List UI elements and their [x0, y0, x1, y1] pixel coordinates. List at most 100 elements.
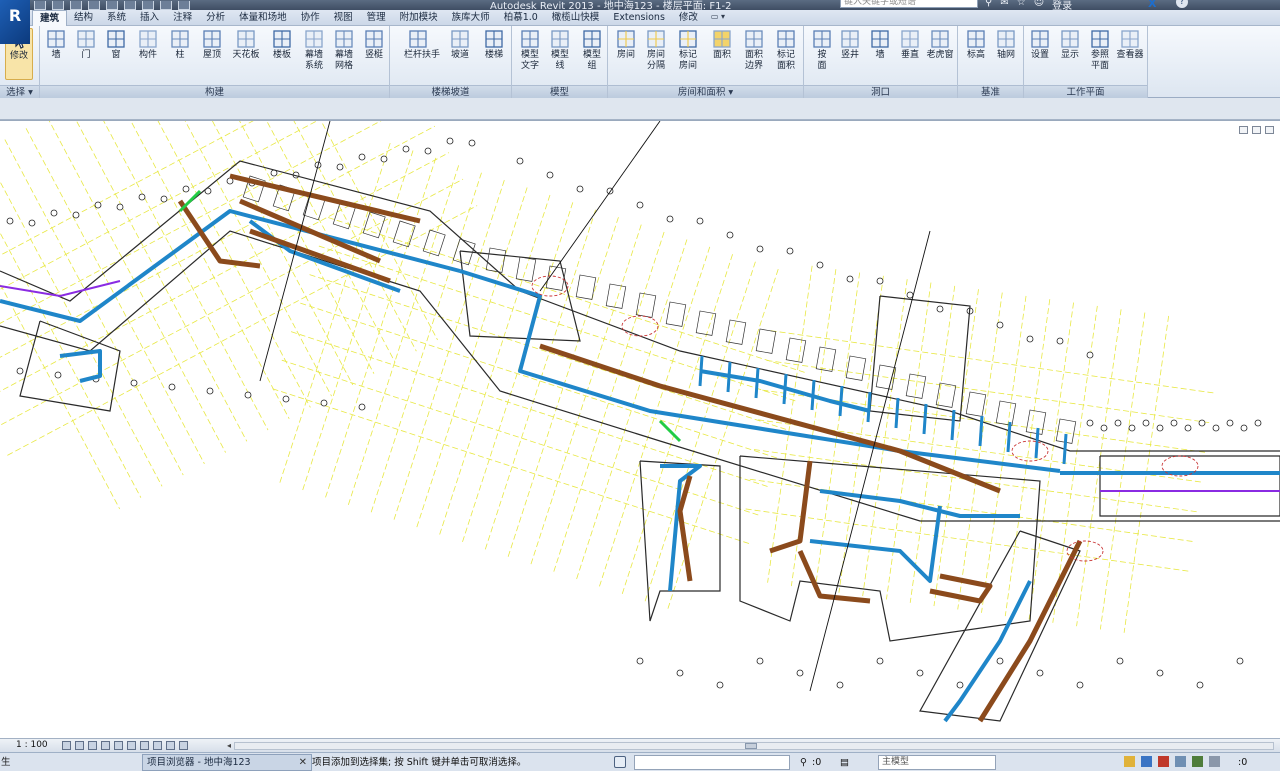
- tool-opening-3[interactable]: 垂直: [896, 28, 924, 61]
- tool-workplane-2[interactable]: 参照 平面: [1086, 28, 1114, 72]
- scroll-left-icon[interactable]: ◂: [227, 741, 231, 750]
- project-browser-tab[interactable]: 项目浏览器 - 地中海123 ✕: [142, 754, 312, 771]
- tool-model-1[interactable]: 模型线: [546, 28, 574, 72]
- reveal-hidden-icon[interactable]: [153, 741, 162, 750]
- tool-model-0[interactable]: 模型 文字: [516, 28, 544, 72]
- tab-0[interactable]: 建筑: [32, 10, 68, 27]
- tab-2[interactable]: 系统: [100, 10, 133, 26]
- tool-model-2[interactable]: 模型组: [578, 28, 606, 72]
- temporary-hide-icon[interactable]: [140, 741, 149, 750]
- tab-14[interactable]: Extensions: [606, 10, 672, 26]
- select-links-icon[interactable]: [1124, 756, 1135, 767]
- panel-room-area-title[interactable]: 房间和面积 ▾: [608, 85, 803, 98]
- favorites-icon[interactable]: ☆: [1017, 0, 1026, 10]
- highlight-displacement-icon[interactable]: [179, 741, 188, 750]
- detail-level-icon[interactable]: [62, 741, 71, 750]
- tab-13[interactable]: 橄榄山快模: [545, 10, 607, 26]
- tool-stairs-1[interactable]: 坡道: [446, 28, 474, 61]
- tool-build-8[interactable]: 幕墙 系统: [300, 28, 328, 72]
- tab-6[interactable]: 体量和场地: [232, 10, 294, 26]
- save-icon[interactable]: [52, 0, 64, 10]
- shadows-icon[interactable]: [101, 741, 110, 750]
- tool-stairs-2[interactable]: 楼梯: [480, 28, 508, 61]
- open-icon[interactable]: [34, 0, 46, 10]
- select-pinned-icon[interactable]: [1158, 756, 1169, 767]
- undo-icon[interactable]: [70, 0, 82, 10]
- tab-10[interactable]: 附加模块: [393, 10, 445, 26]
- tool-opening-0[interactable]: 按面: [808, 28, 836, 72]
- workset-combo[interactable]: [634, 755, 790, 770]
- tool-stairs-0[interactable]: 栏杆扶手: [404, 28, 440, 61]
- tab-11[interactable]: 族库大师: [445, 10, 497, 26]
- show-crop-icon[interactable]: [127, 741, 136, 750]
- visual-style-icon[interactable]: [75, 741, 84, 750]
- view-scale[interactable]: 1 : 100: [16, 739, 48, 752]
- analytical-model-icon[interactable]: [166, 741, 175, 750]
- measure-icon[interactable]: [106, 0, 118, 10]
- tool-datum-0[interactable]: 标高: [962, 28, 990, 61]
- tab-4[interactable]: 注释: [166, 10, 199, 26]
- subscription-icon[interactable]: ✉: [1000, 0, 1008, 10]
- tool-build-3[interactable]: 构件: [134, 28, 162, 61]
- tool-room-4[interactable]: 面积 边界: [740, 28, 768, 72]
- floor-plan-drawing[interactable]: [0, 121, 1280, 738]
- tab-8[interactable]: 视图: [327, 10, 360, 26]
- tool-workplane-1[interactable]: 显示: [1056, 28, 1084, 61]
- tool-build-5[interactable]: 屋顶: [198, 28, 226, 61]
- redo-icon[interactable]: [88, 0, 100, 10]
- tool-opening-2[interactable]: 墙: [866, 28, 894, 61]
- tool-room-1[interactable]: 房间 分隔: [642, 28, 670, 72]
- 3d-view-icon[interactable]: [142, 0, 154, 10]
- tool-opening-1[interactable]: 竖井: [836, 28, 864, 61]
- select-underlay-icon[interactable]: [1141, 756, 1152, 767]
- editable-only-icon[interactable]: ▤: [840, 753, 849, 771]
- tool-build-7[interactable]: 楼板: [268, 28, 296, 61]
- tool-build-9[interactable]: 幕墙 网格: [330, 28, 358, 72]
- tool-build-6[interactable]: 天花板: [232, 28, 260, 61]
- close-hidden-icon[interactable]: [178, 0, 190, 10]
- binoculars-icon[interactable]: ⚲: [985, 0, 992, 10]
- horizontal-scrollbar[interactable]: ◂: [227, 741, 1274, 750]
- tab-3[interactable]: 插入: [133, 10, 166, 26]
- tool-room-5[interactable]: 标记 面积: [772, 28, 800, 72]
- scroll-thumb[interactable]: [745, 743, 757, 749]
- tab-7[interactable]: 协作: [294, 10, 327, 26]
- drag-elements-icon[interactable]: [1192, 756, 1203, 767]
- text-icon[interactable]: [124, 0, 136, 10]
- sign-in-link[interactable]: 登录: [1052, 0, 1072, 10]
- ribbon-minimize-icon[interactable]: ▭ ▾: [705, 10, 731, 26]
- close-icon[interactable]: ✕: [299, 755, 307, 770]
- minimize-view-icon[interactable]: [1239, 126, 1248, 134]
- panel-select-title[interactable]: 选择 ▾: [0, 85, 39, 98]
- tool-room-3[interactable]: 面积: [708, 28, 736, 61]
- worksets-icon[interactable]: [614, 756, 626, 768]
- close-view-icon[interactable]: [1265, 126, 1274, 134]
- tab-12[interactable]: 柏慕1.0: [497, 10, 545, 26]
- exchange-apps-icon[interactable]: X: [1148, 0, 1156, 10]
- tool-opening-4[interactable]: 老虎窗: [926, 28, 954, 61]
- crop-view-icon[interactable]: [114, 741, 123, 750]
- tool-build-10[interactable]: 竖梃: [360, 28, 388, 61]
- tool-workplane-0[interactable]: 设置: [1026, 28, 1054, 61]
- search-input[interactable]: 键入关键字或短语: [840, 0, 978, 8]
- tool-build-4[interactable]: 柱: [166, 28, 194, 61]
- tool-datum-1[interactable]: 轴网: [992, 28, 1020, 61]
- tab-5[interactable]: 分析: [199, 10, 232, 26]
- zero-icon-a[interactable]: ⚲: [800, 753, 807, 771]
- tab-9[interactable]: 管理: [360, 10, 393, 26]
- design-option-combo[interactable]: 主模型: [878, 755, 996, 770]
- application-menu-button[interactable]: R: [0, 0, 30, 44]
- tool-room-2[interactable]: 标记 房间: [674, 28, 702, 72]
- tool-build-0[interactable]: 墙: [42, 28, 70, 61]
- tab-15[interactable]: 修改: [672, 10, 705, 26]
- drawing-area[interactable]: [0, 120, 1280, 738]
- restore-view-icon[interactable]: [1252, 126, 1261, 134]
- quick-access-toolbar[interactable]: [34, 0, 190, 10]
- select-by-face-icon[interactable]: [1175, 756, 1186, 767]
- tool-room-0[interactable]: 房间: [612, 28, 640, 61]
- tool-build-1[interactable]: 门: [72, 28, 100, 61]
- tool-workplane-3[interactable]: 查看器: [1116, 28, 1144, 61]
- user-icon[interactable]: ☺: [1034, 0, 1044, 10]
- section-icon[interactable]: [160, 0, 172, 10]
- help-icon[interactable]: ?: [1176, 0, 1188, 8]
